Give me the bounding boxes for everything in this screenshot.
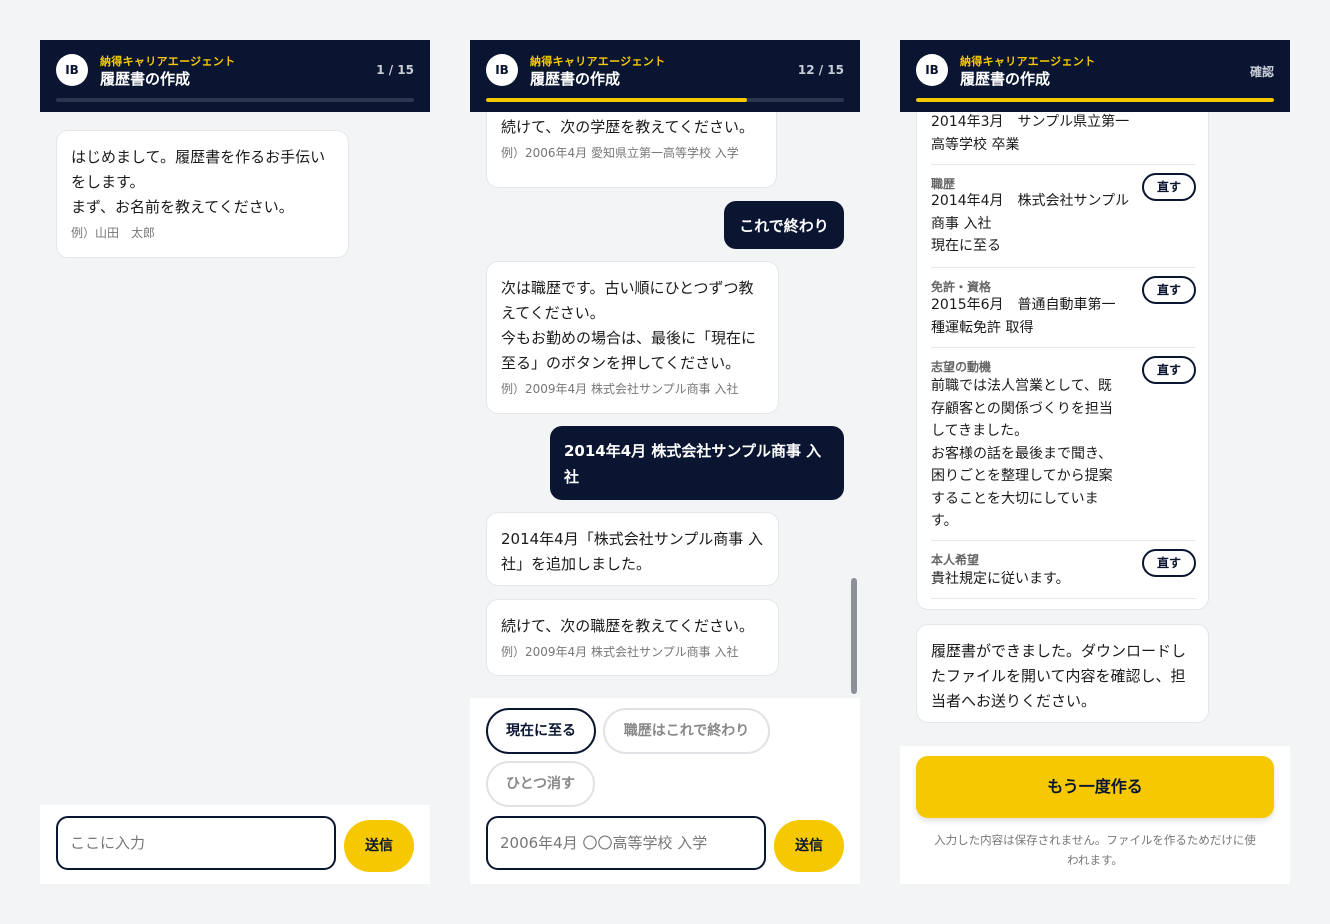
bot-message-text: はじめまして。履歴書を作るお手伝い をします。 まず、お名前を教えてください。 [71,148,326,216]
summary-row-work: 職歴 2014年4月 株式会社サンプル 商事 入社 現在に至る 直す [931,165,1196,268]
motive-value: 前職では法人営業として、既 存顧客との関係づくりを担当 してきました。 お客様の… [931,378,1113,529]
bot-message-text: 続けて、次の学歴を教えてください。 [501,118,755,136]
summary-row-license: 免許・資格 2015年6月 普通自動車第一 種運転免許 取得 直す [931,268,1196,348]
current-job-chip[interactable]: 現在に至る [486,708,596,754]
progress-fill [486,98,748,102]
bot-message: 2014年4月「株式会社サンプル商事 入 社」を追加しました。 [486,512,779,586]
bot-message: 続けて、次の職歴を教えてください。 例）2009年4月 株式会社サンプル商事 入… [486,599,779,676]
page-title: 履歴書の作成 [960,70,1051,88]
chat-header: IB 納得キャリアエージェント 履歴書の作成 1 / 15 [40,40,430,112]
brand-name: 納得キャリアエージェント [960,55,1096,68]
chat-panel-confirm: 2014年3月 サンプル県立第一 高等学校 卒業 職歴 2014年4月 株式会社… [900,40,1290,884]
input-bar: 現在に至る 職歴はこれで終わり ひとつ消す 2006年4月 〇〇高等学校 入学 … [470,698,860,884]
brand-name: 納得キャリアエージェント [530,55,666,68]
example-hint: 例）2006年4月 愛知県立第一高等学校 入学 [501,146,739,160]
chat-panel-start: IB 納得キャリアエージェント 履歴書の作成 1 / 15 はじめまして。履歴書… [40,40,430,884]
message-input[interactable]: 2006年4月 〇〇高等学校 入学 [486,816,766,870]
step-counter: 確認 [1249,65,1274,79]
progress-bar [916,98,1274,102]
progress-fill [916,98,1274,102]
bot-message-text: 次は職歴です。古い順にひとつずつ教 えてください。 今もお勤めの場合は、最後に「… [501,279,757,372]
edit-motive-button[interactable]: 直す [1142,356,1196,384]
undo-chip[interactable]: ひとつ消す [486,761,595,807]
step-counter: 1 / 15 [376,63,414,77]
user-message: 2014年4月 株式会社サンプル商事 入 社 [550,426,844,500]
summary-row-motive: 志望の動機 前職では法人営業として、既 存顧客との関係づくりを担当 してきました… [931,348,1196,541]
brand-name: 納得キャリアエージェント [100,55,236,68]
send-button[interactable]: 送信 [774,820,844,872]
page-title: 履歴書の作成 [530,70,621,88]
edit-wish-button[interactable]: 直す [1142,549,1196,577]
avatar: IB [916,54,948,86]
example-hint: 例）2009年4月 株式会社サンプル商事 入社 [501,645,739,659]
finish-work-history-chip[interactable]: 職歴はこれで終わり [603,708,770,754]
progress-bar [56,98,414,102]
bot-message: 続けて、次の学歴を教えてください。 例）2006年4月 愛知県立第一高等学校 入… [486,106,777,188]
summary-row-education: 2014年3月 サンプル県立第一 高等学校 卒業 [931,109,1196,165]
example-hint: 例）山田 太郎 [71,226,156,240]
chat-panel-work-history: 続けて、次の学歴を教えてください。 例）2006年4月 愛知県立第一高等学校 入… [470,40,860,884]
page-title: 履歴書の作成 [100,70,191,88]
restart-button[interactable]: もう一度作る [916,756,1274,818]
example-hint: 例）2009年4月 株式会社サンプル商事 入社 [501,382,739,396]
education-value: 2014年3月 サンプル県立第一 高等学校 卒業 [931,114,1130,153]
scrollbar[interactable] [851,578,857,694]
bot-message: はじめまして。履歴書を作るお手伝い をします。 まず、お名前を教えてください。 … [56,130,349,258]
license-label: 免許・資格 [931,280,992,294]
user-message: これで終わり [724,201,844,249]
wish-label: 本人希望 [931,553,980,567]
avatar: IB [486,54,518,86]
license-value: 2015年6月 普通自動車第一 種運転免許 取得 [931,297,1116,336]
message-input[interactable]: ここに入力 [56,816,336,870]
progress-bar [486,98,844,102]
chat-header: IB 納得キャリアエージェント 履歴書の作成 12 / 15 [470,40,860,112]
chat-header: IB 納得キャリアエージェント 履歴書の作成 確認 [900,40,1290,112]
work-value: 2014年4月 株式会社サンプル 商事 入社 現在に至る [931,193,1130,254]
bot-message-text: 続けて、次の職歴を教えてください。 [501,617,755,635]
summary-row-wish: 本人希望 貴社規定に従います。 直す [931,541,1196,599]
privacy-note: 入力した内容は保存されません。ファイルを作るためだけに使 われます。 [934,833,1256,867]
motive-label: 志望の動機 [931,360,992,374]
step-counter: 12 / 15 [797,63,844,77]
input-bar: ここに入力 送信 [40,805,430,884]
wish-value: 貴社規定に従います。 [931,571,1070,587]
edit-work-button[interactable]: 直す [1142,173,1196,201]
bot-message: 履歴書ができました。ダウンロードし たファイルを開いて内容を確認し、担 当者へお… [916,624,1209,723]
avatar: IB [56,54,88,86]
resume-summary: 2014年3月 サンプル県立第一 高等学校 卒業 職歴 2014年4月 株式会社… [916,108,1209,610]
edit-license-button[interactable]: 直す [1142,276,1196,304]
send-button[interactable]: 送信 [344,820,414,872]
bot-message: 次は職歴です。古い順にひとつずつ教 えてください。 今もお勤めの場合は、最後に「… [486,261,779,414]
